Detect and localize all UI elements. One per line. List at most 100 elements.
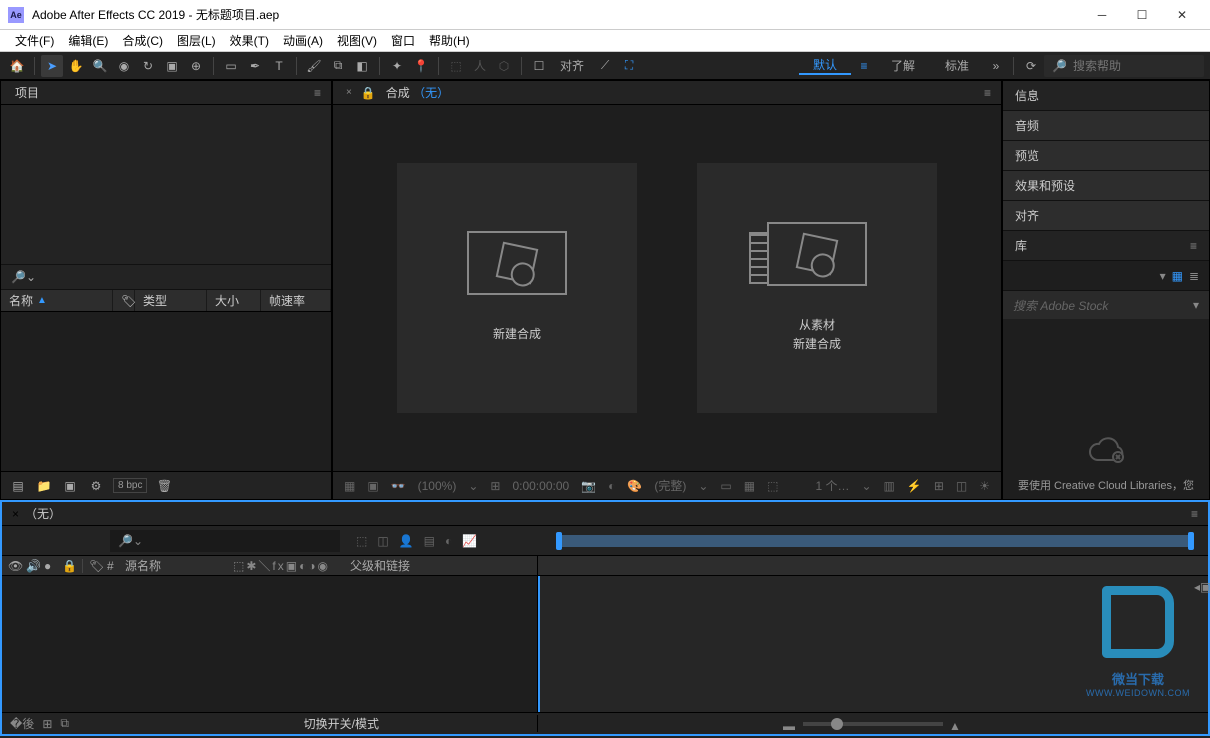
zoom-in-icon[interactable]: ▲ xyxy=(949,719,963,729)
preview-panel-header[interactable]: 预览 xyxy=(1003,141,1209,171)
workspace-default[interactable]: 默认 xyxy=(799,56,851,75)
color-mgmt-icon[interactable]: 🎨 xyxy=(624,479,645,493)
timeline-search[interactable]: 🔎⌄ xyxy=(110,530,340,552)
clone-tool-icon[interactable]: ⧉ xyxy=(327,55,349,77)
toggle-alpha-icon[interactable]: ▣ xyxy=(364,479,381,493)
local-axis-icon[interactable]: ⬚ xyxy=(445,55,467,77)
fast-preview-icon[interactable]: ⚡ xyxy=(904,479,925,493)
label-column-icon[interactable]: 🏷 xyxy=(89,559,103,573)
effects-panel-header[interactable]: 效果和预设 xyxy=(1003,171,1209,201)
snap-edges-icon[interactable]: ⛶ xyxy=(618,55,640,77)
sync-settings-icon[interactable]: ⟳ xyxy=(1020,55,1042,77)
hide-shy-icon[interactable]: 👤 xyxy=(399,534,414,548)
col-type[interactable]: 类型 xyxy=(135,290,207,311)
timeline-ruler[interactable] xyxy=(538,556,1208,575)
zoom-tool-icon[interactable]: 🔍 xyxy=(89,55,111,77)
puppet-tool-icon[interactable]: 📍 xyxy=(410,55,432,77)
lib-list-view-icon[interactable]: ≣ xyxy=(1189,269,1199,283)
close-tab-icon[interactable]: × xyxy=(12,507,19,521)
selection-tool-icon[interactable]: ➤ xyxy=(41,55,63,77)
lib-grid-view-icon[interactable]: ▦ xyxy=(1172,269,1183,283)
col-label-icon[interactable]: 🏷 xyxy=(113,290,135,311)
speaker-column-icon[interactable]: 🔊 xyxy=(26,559,40,573)
view-layout-icon[interactable]: ▥ xyxy=(881,479,898,493)
info-panel-header[interactable]: 信息 xyxy=(1003,81,1209,111)
resolution-value[interactable]: (完整) xyxy=(651,477,689,494)
project-settings-icon[interactable]: ⚙ xyxy=(87,477,105,495)
transparency-icon[interactable]: ▦ xyxy=(741,479,758,493)
library-search[interactable]: 搜索 Adobe Stock ▾ xyxy=(1003,291,1209,319)
col-size[interactable]: 大小 xyxy=(207,290,261,311)
camera-tool-icon[interactable]: ▣ xyxy=(161,55,183,77)
view-count[interactable]: 1 个… xyxy=(812,477,852,494)
toggle-switches-label[interactable]: 切换开关/模式 xyxy=(304,715,379,732)
snap-checkbox-icon[interactable]: ☐ xyxy=(528,55,550,77)
menu-view[interactable]: 视图(V) xyxy=(330,30,384,51)
timeline-icon[interactable]: ⊞ xyxy=(931,479,947,493)
anchor-tool-icon[interactable]: ⊕ xyxy=(185,55,207,77)
motion-blur-icon[interactable]: ◐ xyxy=(445,534,452,548)
from-footage-card[interactable]: 从素材 新建合成 xyxy=(697,163,937,413)
graph-editor-icon[interactable]: 📈 xyxy=(462,534,477,548)
home-tool-icon[interactable]: 🏠 xyxy=(6,55,28,77)
new-folder-icon[interactable]: 📁 xyxy=(35,477,53,495)
toggle-switches-icon[interactable]: ⊞ xyxy=(42,717,52,731)
menu-file[interactable]: 文件(F) xyxy=(8,30,61,51)
frame-blend-icon[interactable]: ▤ xyxy=(424,534,435,548)
close-button[interactable]: ✕ xyxy=(1162,1,1202,29)
timeline-tab[interactable]: （无） xyxy=(25,505,61,522)
align-panel-header[interactable]: 对齐 xyxy=(1003,201,1209,231)
workspace-overflow-icon[interactable]: » xyxy=(985,55,1007,77)
current-time[interactable]: 0:00:00:00 xyxy=(509,479,572,493)
switch-columns-icon[interactable]: ⬚✱＼fx▣◐◑◉ xyxy=(233,557,330,574)
workspace-learn[interactable]: 了解 xyxy=(877,57,929,74)
lib-dropdown-icon[interactable]: ▾ xyxy=(1160,269,1166,283)
zoom-out-icon[interactable]: ▬ xyxy=(783,719,797,729)
project-search[interactable]: 🔎⌄ xyxy=(1,264,331,290)
index-column-icon[interactable]: # xyxy=(107,559,121,573)
workspace-menu-icon[interactable]: ≡ xyxy=(853,55,875,77)
view-axis-icon[interactable]: ⬡ xyxy=(493,55,515,77)
menu-composition[interactable]: 合成(C) xyxy=(115,30,170,51)
resolution-icon[interactable]: ⊞ xyxy=(487,479,503,493)
interpret-footage-icon[interactable]: ▤ xyxy=(9,477,27,495)
zoom-value[interactable]: (100%) xyxy=(415,479,460,493)
hand-tool-icon[interactable]: ✋ xyxy=(65,55,87,77)
timeline-work-area[interactable] xyxy=(556,535,1194,547)
menu-layer[interactable]: 图层(L) xyxy=(170,30,223,51)
3d-renderer-icon[interactable]: ⬚ xyxy=(764,479,781,493)
close-tab-icon[interactable]: × xyxy=(343,87,355,98)
toggle-modes-icon[interactable]: ⧉ xyxy=(60,716,69,731)
timeline-zoom-slider[interactable] xyxy=(803,722,943,726)
brush-tool-icon[interactable]: 🖌 xyxy=(303,55,325,77)
maximize-button[interactable]: ☐ xyxy=(1122,1,1162,29)
show-channel-icon[interactable]: ◐ xyxy=(605,479,618,493)
panel-menu-icon[interactable]: ≡ xyxy=(984,86,991,100)
marker-bin-icon[interactable]: ◂▣ xyxy=(1194,580,1208,594)
trash-icon[interactable]: 🗑 xyxy=(155,477,173,495)
new-comp-card[interactable]: 新建合成 xyxy=(397,163,637,413)
help-search[interactable]: 🔎 xyxy=(1044,55,1204,77)
rect-tool-icon[interactable]: ▭ xyxy=(220,55,242,77)
parent-link-column[interactable]: 父级和链接 xyxy=(350,557,450,574)
panel-menu-icon[interactable]: ≡ xyxy=(1191,507,1198,521)
snap-to-icon[interactable]: ⟋ xyxy=(594,55,616,77)
panel-menu-icon[interactable]: ≡ xyxy=(1190,239,1197,253)
draft3d-icon[interactable]: ◫ xyxy=(377,534,388,548)
pen-tool-icon[interactable]: ✒ xyxy=(244,55,266,77)
roi-icon[interactable]: ▭ xyxy=(717,479,734,493)
world-axis-icon[interactable]: 人 xyxy=(469,55,491,77)
menu-edit[interactable]: 编辑(E) xyxy=(61,30,115,51)
panel-menu-icon[interactable]: ≡ xyxy=(314,86,321,100)
menu-window[interactable]: 窗口 xyxy=(384,30,422,51)
flowchart-icon[interactable]: ◫ xyxy=(953,479,970,493)
menu-effect[interactable]: 效果(T) xyxy=(223,30,276,51)
workspace-standard[interactable]: 标准 xyxy=(931,57,983,74)
eraser-tool-icon[interactable]: ◧ xyxy=(351,55,373,77)
menu-help[interactable]: 帮助(H) xyxy=(422,30,477,51)
col-framerate[interactable]: 帧速率 xyxy=(261,290,331,311)
project-tab[interactable]: 项目 xyxy=(11,84,43,101)
exposure-icon[interactable]: ☀ xyxy=(976,479,993,493)
new-comp-icon[interactable]: ▣ xyxy=(61,477,79,495)
rotate-tool-icon[interactable]: ↻ xyxy=(137,55,159,77)
